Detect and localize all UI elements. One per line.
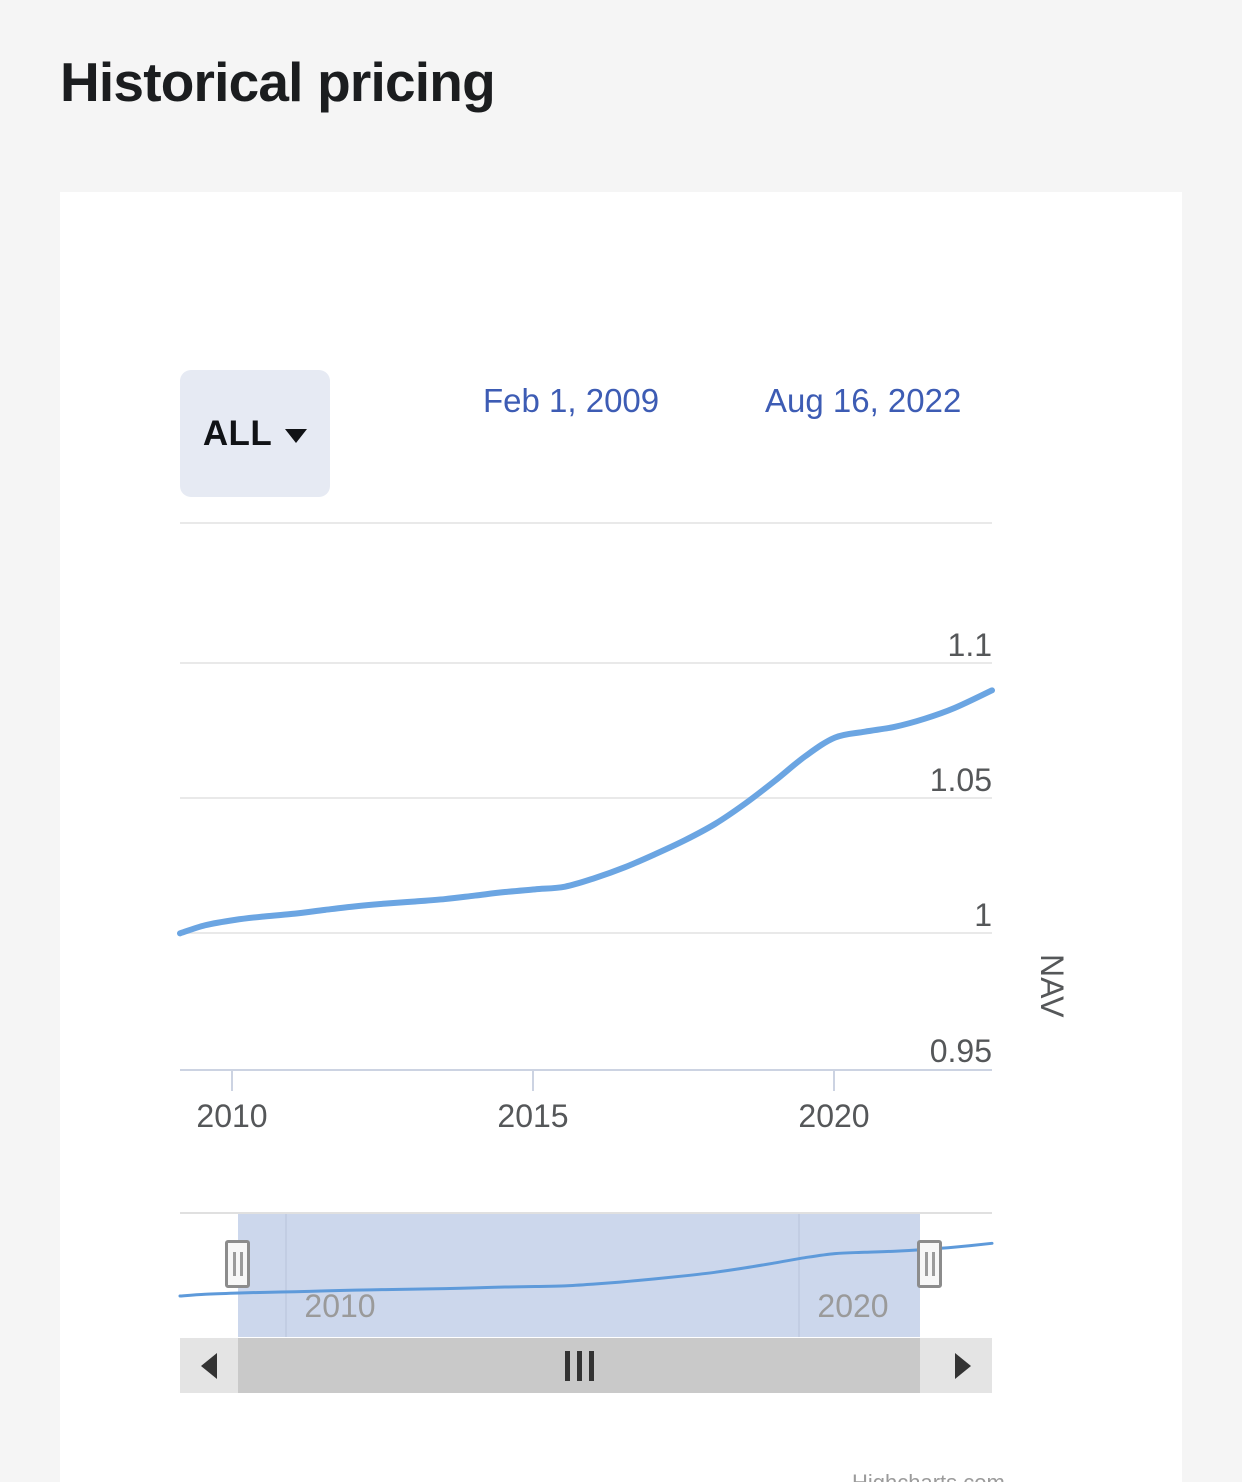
x-tick-2015: [532, 1071, 534, 1091]
x-tick-label: 2015: [497, 1098, 569, 1134]
x-tick-label: 2020: [798, 1098, 870, 1134]
drag-handle-icon: [931, 1252, 935, 1276]
scrollbar-prev-button[interactable]: [180, 1338, 238, 1393]
grip-lines-icon: [576, 1350, 582, 1381]
chart-scrollbar[interactable]: [180, 1338, 992, 1393]
navigator-handle-right[interactable]: [917, 1240, 942, 1288]
date-from-input[interactable]: Feb 1, 2009: [483, 384, 659, 417]
x-tick-2020: [833, 1071, 835, 1091]
price-chart-plot[interactable]: 1.1 1.05 1 0.95 2010 2015 2020: [177, 522, 995, 1132]
nav-price-line: [177, 687, 995, 937]
range-selector-all-button[interactable]: ALL: [180, 370, 330, 497]
navigator-year-label: 2020: [817, 1288, 889, 1324]
triangle-left-icon: [201, 1352, 217, 1379]
x-tick-label: 2010: [196, 1098, 268, 1134]
page-title: Historical pricing: [60, 51, 496, 113]
chevron-down-icon: [285, 428, 308, 443]
grip-lines-icon: [588, 1350, 594, 1381]
drag-handle-icon: [239, 1252, 243, 1276]
drag-handle-icon: [924, 1252, 928, 1276]
triangle-right-icon: [955, 1352, 971, 1379]
chart-card: ALL Feb 1, 2009 Aug 16, 2022 1.1 1.05 1 …: [60, 192, 1182, 1482]
historical-pricing-page: Historical pricing ALL Feb 1, 2009 Aug 1…: [0, 0, 1242, 1482]
navigator-year-label: 2010: [304, 1288, 376, 1324]
grip-lines-icon: [564, 1350, 570, 1381]
drag-handle-icon: [232, 1252, 236, 1276]
x-tick-2010: [231, 1071, 233, 1091]
highcharts-credits-link[interactable]: Highcharts.com: [852, 1472, 1005, 1482]
scrollbar-thumb[interactable]: [238, 1338, 920, 1393]
scrollbar-next-button[interactable]: [934, 1338, 992, 1393]
y-axis-title: NAV: [1034, 954, 1070, 1018]
navigator-handle-left[interactable]: [225, 1240, 250, 1288]
range-selector-label: ALL: [202, 414, 273, 453]
range-navigator[interactable]: 2010 2020: [178, 1212, 994, 1337]
date-to-input[interactable]: Aug 16, 2022: [765, 384, 961, 417]
